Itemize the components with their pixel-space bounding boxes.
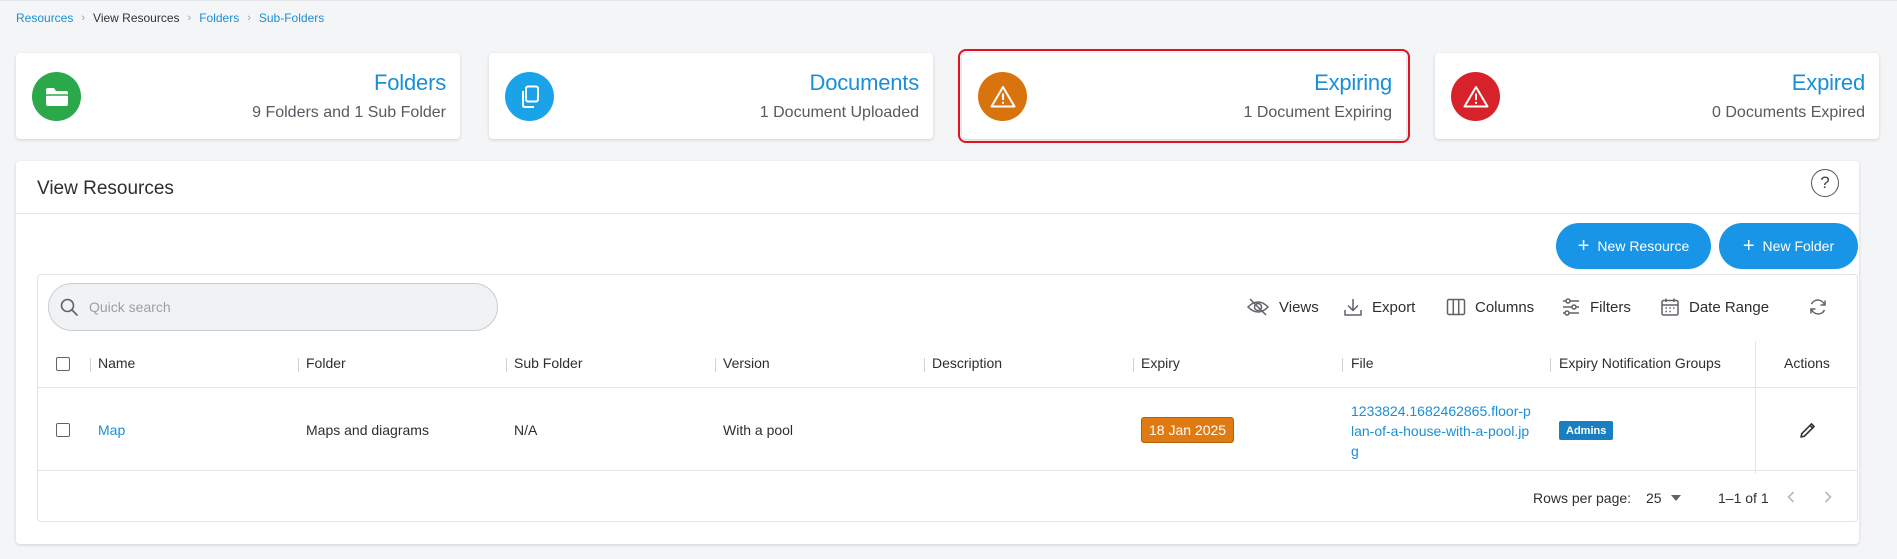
column-separator — [715, 358, 716, 372]
date-range-button[interactable]: Date Range — [1660, 293, 1769, 321]
column-header-version[interactable]: Version — [723, 355, 770, 371]
column-header-sub-folder[interactable]: Sub Folder — [514, 355, 582, 371]
rows-per-page-value: 25 — [1646, 490, 1662, 506]
expired-card[interactable]: Expired 0 Documents Expired — [1435, 53, 1879, 139]
select-all-checkbox[interactable] — [56, 357, 70, 371]
column-header-expiry[interactable]: Expiry — [1141, 355, 1180, 371]
expiry-badge: 18 Jan 2025 — [1141, 417, 1235, 443]
quick-search[interactable] — [48, 283, 498, 331]
column-separator — [924, 358, 925, 372]
breadcrumb-view-resources: View Resources — [93, 11, 180, 25]
column-header-file[interactable]: File — [1351, 355, 1374, 371]
top-border — [0, 0, 1897, 1]
expiring-card[interactable]: Expiring 1 Document Expiring — [958, 49, 1410, 143]
views-label: Views — [1279, 298, 1319, 316]
search-input[interactable] — [89, 293, 479, 321]
pagination-info: 1–1 of 1 — [1718, 490, 1769, 506]
column-separator — [1342, 358, 1343, 372]
rows-per-page-select[interactable]: 25 — [1646, 490, 1681, 506]
date-range-label: Date Range — [1689, 298, 1770, 316]
cell-folder: Maps and diagrams — [306, 422, 429, 438]
breadcrumb-separator: › — [81, 12, 86, 24]
card-subtitle: 9 Folders and 1 Sub Folder — [252, 104, 446, 121]
row-checkbox[interactable] — [56, 423, 70, 437]
plus-icon: + — [1742, 235, 1755, 257]
resources-grid: Views Export Columns Filters Date Range … — [37, 274, 1858, 522]
eye-off-icon — [1246, 298, 1270, 316]
new-folder-label: New Folder — [1762, 238, 1835, 254]
column-header-name[interactable]: Name — [98, 355, 135, 371]
table-footer: Rows per page: 25 1–1 of 1 — [38, 472, 1857, 522]
caret-down-icon — [1670, 495, 1681, 501]
download-icon — [1344, 299, 1362, 316]
column-separator — [90, 358, 91, 372]
documents-icon — [505, 72, 554, 121]
warning-icon — [1451, 72, 1500, 121]
breadcrumb-sub-folders[interactable]: Sub-Folders — [259, 11, 324, 25]
documents-card[interactable]: Documents 1 Document Uploaded — [489, 53, 933, 139]
filters-label: Filters — [1590, 298, 1631, 316]
help-button[interactable]: ? — [1811, 169, 1839, 197]
new-resource-label: New Resource — [1597, 238, 1690, 254]
column-header-description[interactable]: Description — [932, 355, 1002, 371]
new-folder-button[interactable]: + New Folder — [1719, 223, 1858, 269]
chevron-left-icon[interactable] — [1781, 487, 1801, 507]
divider — [16, 213, 1859, 214]
filters-button[interactable]: Filters — [1561, 293, 1631, 321]
cell-version: With a pool — [723, 422, 794, 438]
card-title: Folders — [374, 70, 446, 95]
views-button[interactable]: Views — [1246, 293, 1319, 321]
columns-label: Columns — [1475, 298, 1535, 316]
view-resources-panel: View Resources ? + New Resource + New Fo… — [16, 161, 1859, 544]
card-subtitle: 0 Documents Expired — [1712, 104, 1865, 121]
card-title: Expiring — [1314, 70, 1392, 95]
breadcrumb-separator: › — [247, 12, 251, 24]
column-separator — [1133, 358, 1134, 372]
card-subtitle: 1 Document Uploaded — [759, 104, 919, 121]
calendar-icon — [1661, 298, 1679, 316]
warning-icon — [978, 72, 1027, 121]
breadcrumb-folders[interactable]: Folders — [199, 11, 239, 25]
column-header-expiry-notification-groups[interactable]: Expiry Notification Groups — [1559, 355, 1721, 371]
breadcrumb-resources[interactable]: Resources — [16, 11, 73, 25]
column-separator — [1550, 358, 1551, 372]
notification-group-badge: Admins — [1559, 421, 1614, 440]
new-resource-button[interactable]: + New Resource — [1556, 223, 1711, 269]
table-row: Map Maps and diagrams N/A With a pool 18… — [38, 389, 1857, 471]
columns-icon — [1446, 298, 1466, 316]
folder-icon — [32, 72, 81, 121]
column-header-folder[interactable]: Folder — [306, 355, 346, 371]
card-title: Expired — [1791, 70, 1865, 95]
filter-sliders-icon — [1563, 298, 1579, 316]
help-icon: ? — [1820, 173, 1830, 192]
folders-card[interactable]: Folders 9 Folders and 1 Sub Folder — [16, 53, 460, 139]
search-icon — [60, 298, 78, 316]
column-header-actions: Actions — [1784, 355, 1830, 371]
cell-sub-folder: N/A — [514, 422, 538, 438]
rows-per-page-label: Rows per page: — [1533, 490, 1632, 506]
table-header: Name Folder Sub Folder Version Descripti… — [38, 341, 1857, 388]
chevron-right-icon[interactable] — [1818, 487, 1838, 507]
columns-button[interactable]: Columns — [1446, 293, 1534, 321]
export-button[interactable]: Export — [1343, 293, 1415, 321]
plus-icon: + — [1577, 235, 1590, 257]
resource-name-link[interactable]: Map — [98, 422, 125, 438]
file-link[interactable]: 1233824.1682462865.floor-plan-of-a-house… — [1351, 401, 1531, 461]
breadcrumb-separator: › — [187, 12, 192, 24]
refresh-button[interactable] — [1808, 293, 1828, 321]
column-separator — [506, 358, 507, 372]
export-label: Export — [1372, 298, 1416, 316]
column-separator — [298, 358, 299, 372]
edit-icon[interactable] — [1798, 420, 1818, 440]
breadcrumb: Resources › View Resources › Folders › S… — [16, 11, 324, 25]
card-title: Documents — [809, 70, 920, 95]
card-subtitle: 1 Document Expiring — [1243, 104, 1392, 121]
panel-title: View Resources — [37, 178, 174, 199]
refresh-icon — [1810, 299, 1826, 315]
